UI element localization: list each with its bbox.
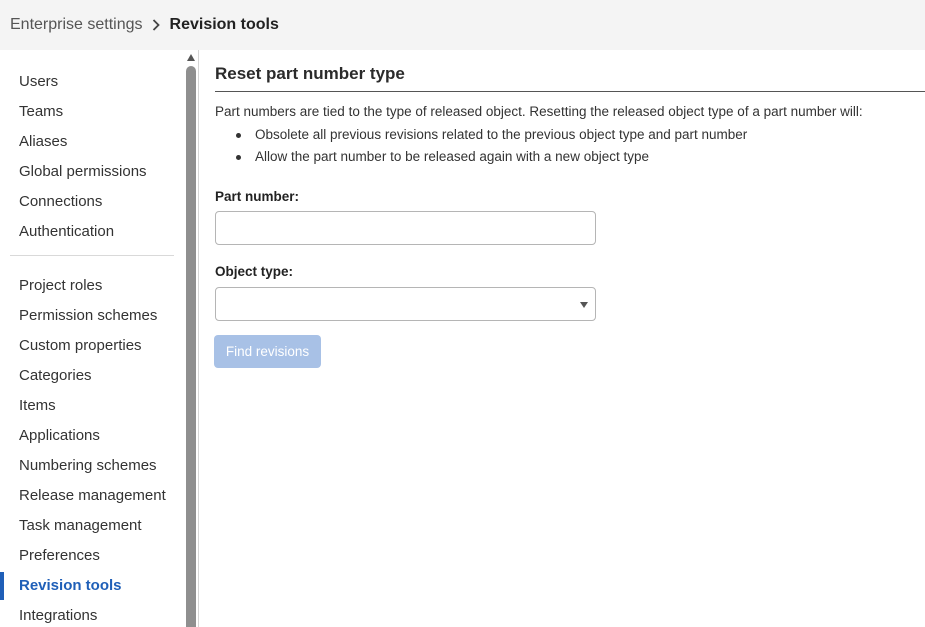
sidebar-item-custom-properties[interactable]: Custom properties [0, 331, 198, 361]
description-text: Part numbers are tied to the type of rel… [215, 104, 863, 119]
bullet-item: Allow the part number to be released aga… [236, 146, 747, 168]
sidebar-item-global-permissions[interactable]: Global permissions [0, 157, 198, 187]
part-number-label: Part number: [215, 189, 300, 204]
sidebar-item-release-management[interactable]: Release management [0, 481, 198, 511]
title-divider [215, 91, 925, 92]
bullet-item: Obsolete all previous revisions related … [236, 124, 747, 146]
sidebar-item-preferences[interactable]: Preferences [0, 541, 198, 571]
object-type-label: Object type: [215, 264, 294, 279]
part-number-input[interactable] [215, 211, 596, 245]
sidebar-scrollbar[interactable] [186, 50, 196, 627]
scrollbar-thumb[interactable] [186, 66, 196, 627]
sidebar-item-task-management[interactable]: Task management [0, 511, 198, 541]
breadcrumb-parent-link[interactable]: Enterprise settings [10, 16, 143, 34]
section-title: Reset part number type [215, 64, 405, 83]
sidebar-group-account: Users Teams Aliases Global permissions C… [0, 50, 198, 247]
sidebar-item-authentication[interactable]: Authentication [0, 217, 198, 247]
sidebar-item-applications[interactable]: Applications [0, 421, 198, 451]
main-content: Reset part number type Part numbers are … [200, 50, 925, 627]
sidebar-item-users[interactable]: Users [0, 67, 198, 97]
breadcrumb-current: Revision tools [169, 16, 279, 33]
sidebar-item-integrations[interactable]: Integrations [0, 601, 198, 627]
caret-down-icon [580, 302, 588, 308]
breadcrumb-bar: Enterprise settings Revision tools [0, 0, 925, 50]
sidebar-item-aliases[interactable]: Aliases [0, 127, 198, 157]
find-revisions-button[interactable]: Find revisions [214, 335, 321, 368]
sidebar-item-permission-schemes[interactable]: Permission schemes [0, 301, 198, 331]
sidebar-item-numbering-schemes[interactable]: Numbering schemes [0, 451, 198, 481]
sidebar-item-revision-tools[interactable]: Revision tools [0, 571, 198, 601]
sidebar-group-configuration: Project roles Permission schemes Custom … [0, 256, 198, 627]
sidebar-item-teams[interactable]: Teams [0, 97, 198, 127]
sidebar-item-categories[interactable]: Categories [0, 361, 198, 391]
sidebar-item-connections[interactable]: Connections [0, 187, 198, 217]
settings-sidebar: Users Teams Aliases Global permissions C… [0, 50, 199, 627]
description-bullets: Obsolete all previous revisions related … [236, 124, 747, 168]
sidebar-item-project-roles[interactable]: Project roles [0, 271, 198, 301]
object-type-select[interactable] [215, 287, 596, 321]
sidebar-item-items[interactable]: Items [0, 391, 198, 421]
chevron-right-icon [152, 19, 160, 31]
scroll-up-arrow-icon[interactable] [187, 54, 195, 61]
